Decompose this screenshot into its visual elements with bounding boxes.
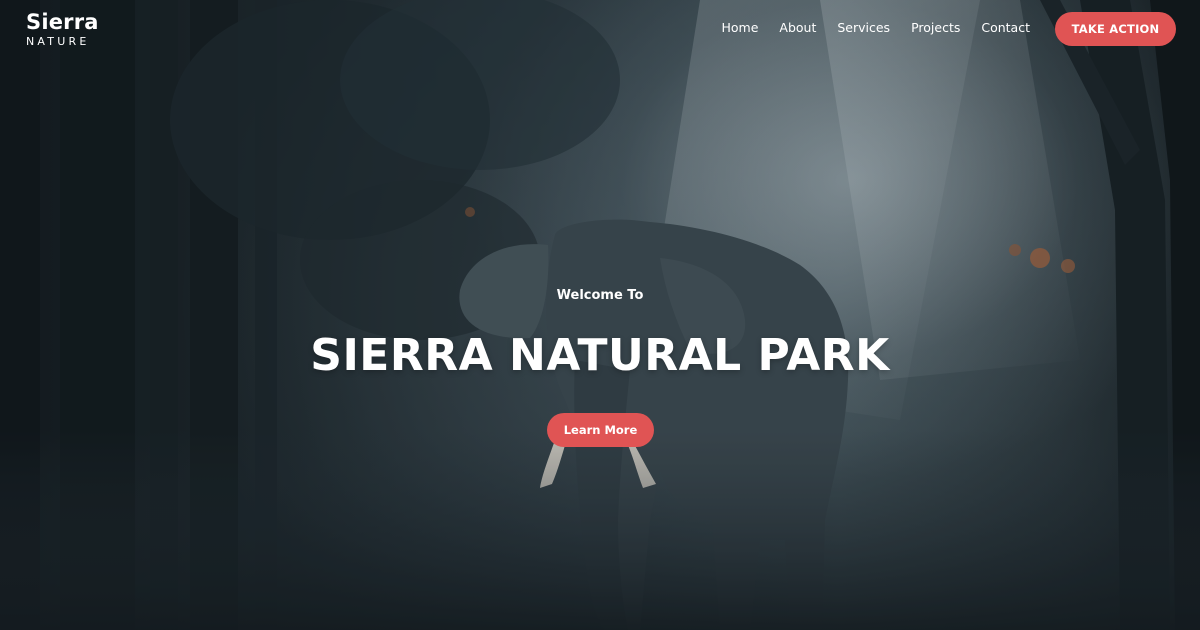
hero-headline: SIERRA NATURAL PARK xyxy=(310,330,890,381)
hero-welcome-text: Welcome To xyxy=(556,288,644,303)
logo-subtitle: NATURE xyxy=(26,35,90,48)
nav-link-services[interactable]: Services xyxy=(837,20,890,36)
nav-link-about[interactable]: About xyxy=(779,20,816,36)
take-action-button[interactable]: TAKE ACTION xyxy=(1055,12,1176,46)
logo-title: Sierra xyxy=(26,10,99,34)
nav-link-projects[interactable]: Projects xyxy=(911,20,960,36)
main-nav: Home About Services Projects Contact xyxy=(721,20,1030,36)
nav-link-contact[interactable]: Contact xyxy=(981,20,1030,36)
learn-more-button[interactable]: Learn More xyxy=(547,413,654,447)
nav-link-home[interactable]: Home xyxy=(721,20,758,36)
site-logo[interactable]: Sierra NATURE xyxy=(26,10,99,49)
hero-overlay xyxy=(0,0,1200,630)
hero-section: Sierra NATURE Home About Services Projec… xyxy=(0,0,1200,630)
